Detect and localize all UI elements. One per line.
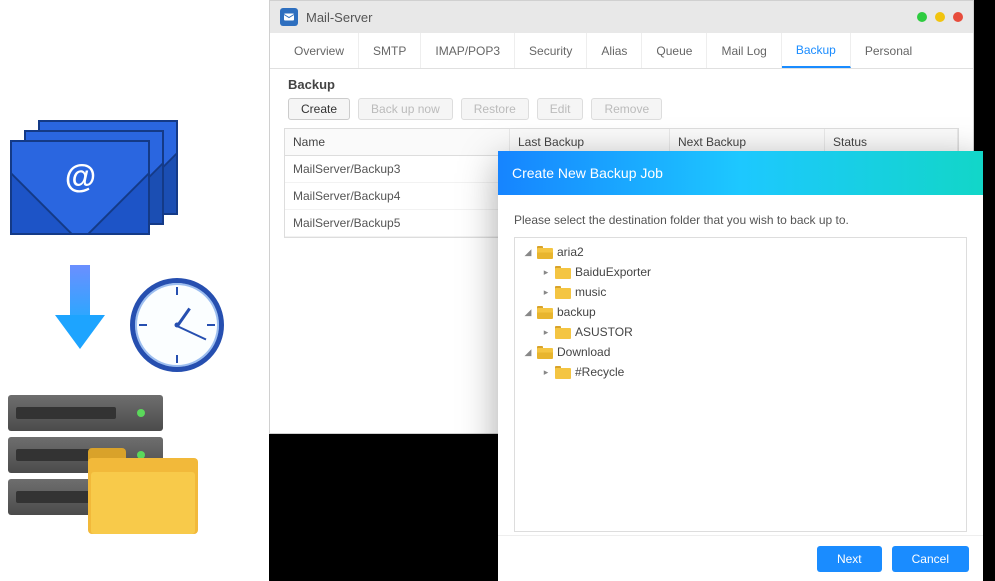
edit-button[interactable]: Edit — [537, 98, 584, 120]
maximize-button[interactable] — [935, 12, 945, 22]
next-button[interactable]: Next — [817, 546, 882, 572]
tab-personal[interactable]: Personal — [851, 33, 926, 68]
tab-mail-log[interactable]: Mail Log — [707, 33, 781, 68]
create-backup-dialog: Create New Backup Job Please select the … — [498, 151, 983, 581]
folder-icon — [555, 366, 571, 379]
remove-button[interactable]: Remove — [591, 98, 662, 120]
arrow-down-icon — [55, 265, 105, 355]
minimize-button[interactable] — [917, 12, 927, 22]
chevron-right-icon[interactable]: ▸ — [541, 367, 551, 377]
folder-label: music — [575, 285, 606, 299]
chevron-right-icon[interactable]: ▸ — [541, 287, 551, 297]
tab-imap-pop3[interactable]: IMAP/POP3 — [421, 33, 515, 68]
folder-aria2[interactable]: ◢ aria2 — [517, 242, 964, 262]
close-button[interactable] — [953, 12, 963, 22]
chevron-down-icon[interactable]: ◢ — [523, 347, 533, 357]
folder-label: Download — [557, 345, 610, 359]
tab-backup[interactable]: Backup — [782, 33, 851, 68]
tab-smtp[interactable]: SMTP — [359, 33, 421, 68]
titlebar: Mail-Server — [270, 1, 973, 33]
tab-bar: Overview SMTP IMAP/POP3 Security Alias Q… — [270, 33, 973, 69]
chevron-down-icon[interactable]: ◢ — [523, 307, 533, 317]
backup-toolbar: Create Back up now Restore Edit Remove — [284, 98, 959, 128]
panel-title: Backup — [284, 77, 959, 98]
tab-security[interactable]: Security — [515, 33, 587, 68]
dialog-title: Create New Backup Job — [498, 151, 983, 195]
restore-button[interactable]: Restore — [461, 98, 529, 120]
backup-now-button[interactable]: Back up now — [358, 98, 453, 120]
chevron-down-icon[interactable]: ◢ — [523, 247, 533, 257]
create-button[interactable]: Create — [288, 98, 350, 120]
dialog-body: Please select the destination folder tha… — [498, 195, 983, 535]
tab-overview[interactable]: Overview — [280, 33, 359, 68]
folder-music[interactable]: ▸ music — [517, 282, 964, 302]
folder-icon — [555, 286, 571, 299]
folder-label: #Recycle — [575, 365, 624, 379]
folder-backup[interactable]: ◢ backup — [517, 302, 964, 322]
dialog-prompt: Please select the destination folder tha… — [514, 213, 967, 227]
folder-baiduexporter[interactable]: ▸ BaiduExporter — [517, 262, 964, 282]
folder-tree[interactable]: ◢ aria2 ▸ BaiduExporter ▸ music ◢ backup… — [514, 237, 967, 532]
folder-large-icon — [88, 448, 198, 534]
tab-queue[interactable]: Queue — [642, 33, 707, 68]
folder-label: aria2 — [557, 245, 584, 259]
folder-asustor[interactable]: ▸ ASUSTOR — [517, 322, 964, 342]
folder-icon — [537, 346, 553, 359]
folder-recycle[interactable]: ▸ #Recycle — [517, 362, 964, 382]
folder-label: BaiduExporter — [575, 265, 651, 279]
folder-icon — [537, 306, 553, 319]
row-name: MailServer/Backup4 — [285, 183, 510, 209]
folder-icon — [537, 246, 553, 259]
cancel-button[interactable]: Cancel — [892, 546, 969, 572]
folder-icon — [555, 326, 571, 339]
window-title: Mail-Server — [306, 10, 372, 25]
folder-label: ASUSTOR — [575, 325, 633, 339]
folder-download[interactable]: ◢ Download — [517, 342, 964, 362]
folder-icon — [555, 266, 571, 279]
row-name: MailServer/Backup5 — [285, 210, 510, 236]
chevron-right-icon[interactable]: ▸ — [541, 327, 551, 337]
tab-alias[interactable]: Alias — [587, 33, 642, 68]
folder-label: backup — [557, 305, 596, 319]
envelope-stack-icon: @ — [10, 120, 190, 235]
dialog-footer: Next Cancel — [498, 535, 983, 581]
col-name[interactable]: Name — [285, 129, 510, 155]
app-icon — [280, 8, 298, 26]
chevron-right-icon[interactable]: ▸ — [541, 267, 551, 277]
clock-icon — [130, 278, 224, 372]
row-name: MailServer/Backup3 — [285, 156, 510, 182]
window-controls — [917, 12, 963, 22]
illustration: @ — [0, 120, 250, 580]
